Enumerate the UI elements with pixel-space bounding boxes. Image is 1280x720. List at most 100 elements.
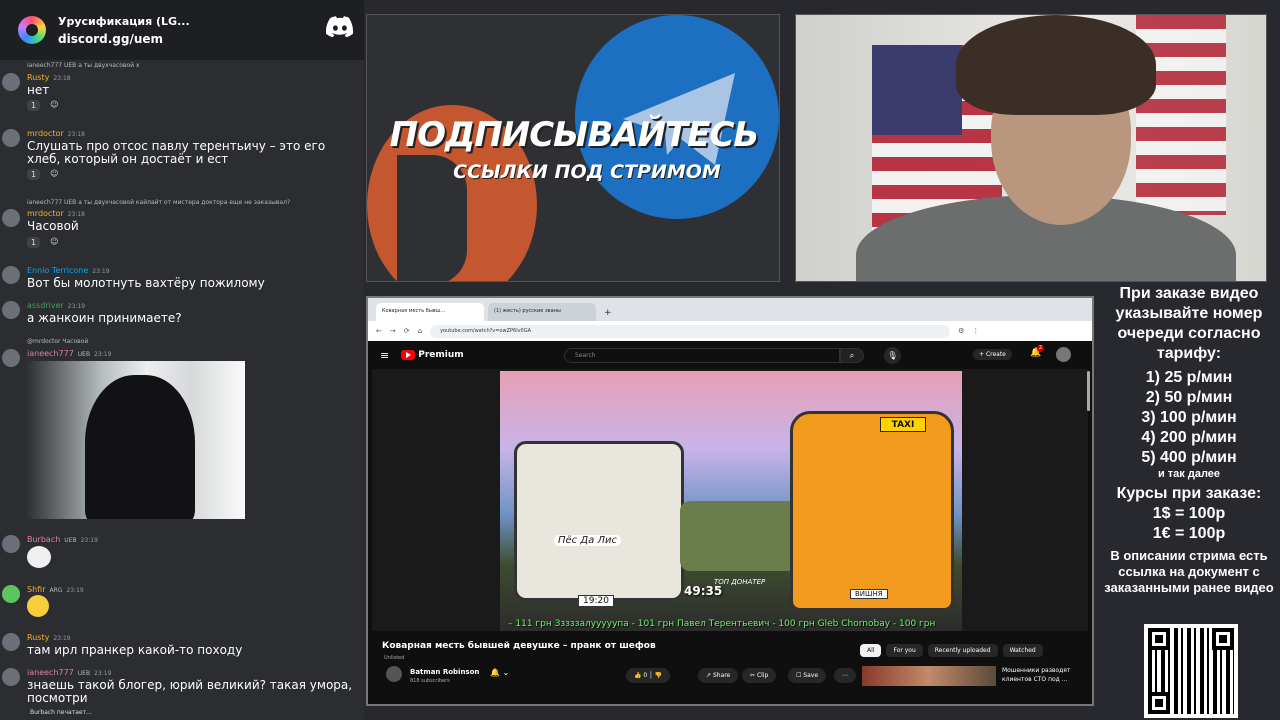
typing-indicator: Burbach печатает... [30,709,92,716]
donation-ticker: – 111 грн Зззззалууууупа - 101 грн Павел… [508,619,936,629]
us-flag-canton [872,45,962,135]
message-reactions[interactable]: 1 ☺ [27,100,58,111]
message-username[interactable]: ianeech777 UEB 23:19 [27,349,111,358]
van-caption: Пёс Да Лис [554,535,621,546]
promo-title: ПОДПИСЫВАЙТЕСЬ [389,115,760,155]
license-plate-left: 19:20 [578,595,614,607]
description-note: В описании стрима есть ссылка на докумен… [1104,548,1274,595]
qr-finder [1148,692,1170,714]
like-button[interactable]: 👍 0 │ 👎 [626,668,671,683]
avatar[interactable] [2,301,20,319]
price-item: 5) 400 р/мин [1141,449,1237,466]
qr-finder [1212,628,1234,650]
create-button[interactable]: + Create [973,349,1012,360]
price-item: 3) 100 р/мин [1141,409,1237,426]
back-icon[interactable]: ← [376,327,382,335]
message-username[interactable]: Ennio Terricone 23:19 [27,266,110,275]
message-text: Часовой [27,219,79,233]
share-button[interactable]: ↗ Share [698,668,739,683]
reload-icon[interactable]: ⟳ [404,327,410,335]
save-button[interactable]: ☐ Save [788,668,827,683]
avatar[interactable] [2,209,20,227]
message-text: нет [27,83,50,97]
chip-recently-uploaded[interactable]: Recently uploaded [927,644,998,657]
video-frame: TAXI Пёс Да Лис ВИШНЯ 19:20 ТОП ДОНАТЕР [500,371,962,631]
message-reactions[interactable]: 1 ☺ [27,169,58,180]
channel-name[interactable]: Batman Robinson [410,668,479,676]
recommended-video-title[interactable]: Мошенники разводят клиентов СТО под ... [1002,666,1082,684]
message-username[interactable]: ianeech777 UEB 23:19 [27,668,111,677]
discord-server-header: Урусификация (LG... discord.gg/uem [0,0,364,60]
chip-all[interactable]: All [860,644,882,657]
forward-icon[interactable]: → [390,327,396,335]
clip-button[interactable]: ✂ Clip [742,668,777,683]
taxi-sign: TAXI [880,417,926,432]
qr-code-pattern [1148,628,1234,714]
orange-taxi-van-illustration [790,411,954,611]
browser-tabstrip: Коварная месть бывш... (1) жесть) русски… [368,298,1092,321]
recommendation-filter-chips: All For you Recently uploaded Watched [860,644,1043,657]
home-icon[interactable]: ⌂ [418,327,422,335]
address-bar[interactable]: youtube.com/watch?v=owZP6lv0GA [430,324,951,338]
message-username[interactable]: Rusty 23:18 [27,73,71,82]
browser-tab-active[interactable]: Коварная месть бывш... [376,303,484,321]
white-van-illustration [514,441,684,601]
avatar[interactable] [2,73,20,91]
extensions-icon[interactable]: ⚙ [958,327,964,335]
laughing-emoji-icon[interactable] [27,595,49,617]
price-etc: и так далее [1157,468,1221,480]
price-item: 1) 25 р/мин [1145,369,1233,386]
promo-subtitle: ССЫЛКИ ПОД СТРИМОМ [453,161,721,183]
microphone-icon[interactable]: 🎙 [884,347,901,364]
reply-preview[interactable]: ianeech777 UEB а ты двухчасовой кайлайт … [27,199,362,206]
message-reactions[interactable]: 1 ☺ [27,237,58,248]
message-username[interactable]: assdriver 23:19 [27,301,85,310]
server-invite-link[interactable]: discord.gg/uem [58,32,190,46]
exchange-rate-usd: 1$ = 100р [1152,505,1226,522]
message-username[interactable]: mrdoctor 23:18 [27,209,85,218]
account-avatar[interactable] [1056,347,1071,362]
server-logo-icon [18,16,46,44]
avatar[interactable] [2,633,20,651]
new-tab-button[interactable]: + [600,308,616,321]
chip-for-you[interactable]: For you [886,644,923,657]
avatar[interactable] [2,535,20,553]
more-actions-icon[interactable]: ⋯ [834,668,856,683]
message-text: а жанкоин принимаете? [27,311,182,325]
exchange-rates-title: Курсы при заказе: [1116,485,1262,502]
subscribe-bell-icon[interactable]: 🔔 ⌄ [490,668,509,677]
chip-watched[interactable]: Watched [1002,644,1043,657]
avatar[interactable] [2,585,20,603]
browser-toolbar: ← → ⟳ ⌂ youtube.com/watch?v=owZP6lv0GA ⚙… [368,321,1092,341]
avatar[interactable] [2,349,20,367]
avatar[interactable] [2,668,20,686]
image-attachment[interactable] [27,361,245,519]
message-text: Слушать про отсос павлу терентьичу – это… [27,139,326,166]
reply-preview[interactable]: @mrdoctor Часовой [27,338,362,345]
search-input[interactable]: Search [564,348,840,363]
youtube-logo[interactable]: Premium [401,350,464,360]
qr-finder [1148,628,1170,650]
stream-layout: Урусификация (LG... discord.gg/uem ianee… [0,0,1280,720]
sticker-face-icon[interactable] [27,546,51,568]
message-username[interactable]: Rusty 23:19 [27,633,71,642]
menu-dots-icon[interactable]: ⋮ [972,327,979,335]
avatar[interactable] [2,129,20,147]
notification-count-badge: 2 [1037,345,1044,352]
message-username[interactable]: Burbach UEB 23:19 [27,535,98,544]
message-username[interactable]: mrdoctor 23:18 [27,129,85,138]
avatar[interactable] [2,266,20,284]
browser-capture-panel: Коварная месть бывш... (1) жесть) русски… [366,296,1094,706]
message-username[interactable]: Shfir ARG 23:19 [27,585,84,594]
silhouette-figure [85,375,195,519]
channel-avatar[interactable] [386,666,402,682]
hamburger-menu-icon[interactable]: ≡ [380,349,389,362]
discord-chat-panel: Урусификация (LG... discord.gg/uem ianee… [0,0,364,720]
youtube-logo-text: Premium [418,350,464,360]
price-list: 1) 25 р/мин 2) 50 р/мин 3) 100 р/мин 4) … [1104,368,1274,468]
browser-tab[interactable]: (1) жесть) русские званы [488,303,596,321]
recommended-video-thumbnail[interactable] [862,666,996,686]
scrollbar[interactable] [1087,371,1090,411]
search-icon[interactable]: ⌕ [840,348,864,363]
video-player[interactable]: TAXI Пёс Да Лис ВИШНЯ 19:20 ТОП ДОНАТЕР … [372,369,1088,631]
